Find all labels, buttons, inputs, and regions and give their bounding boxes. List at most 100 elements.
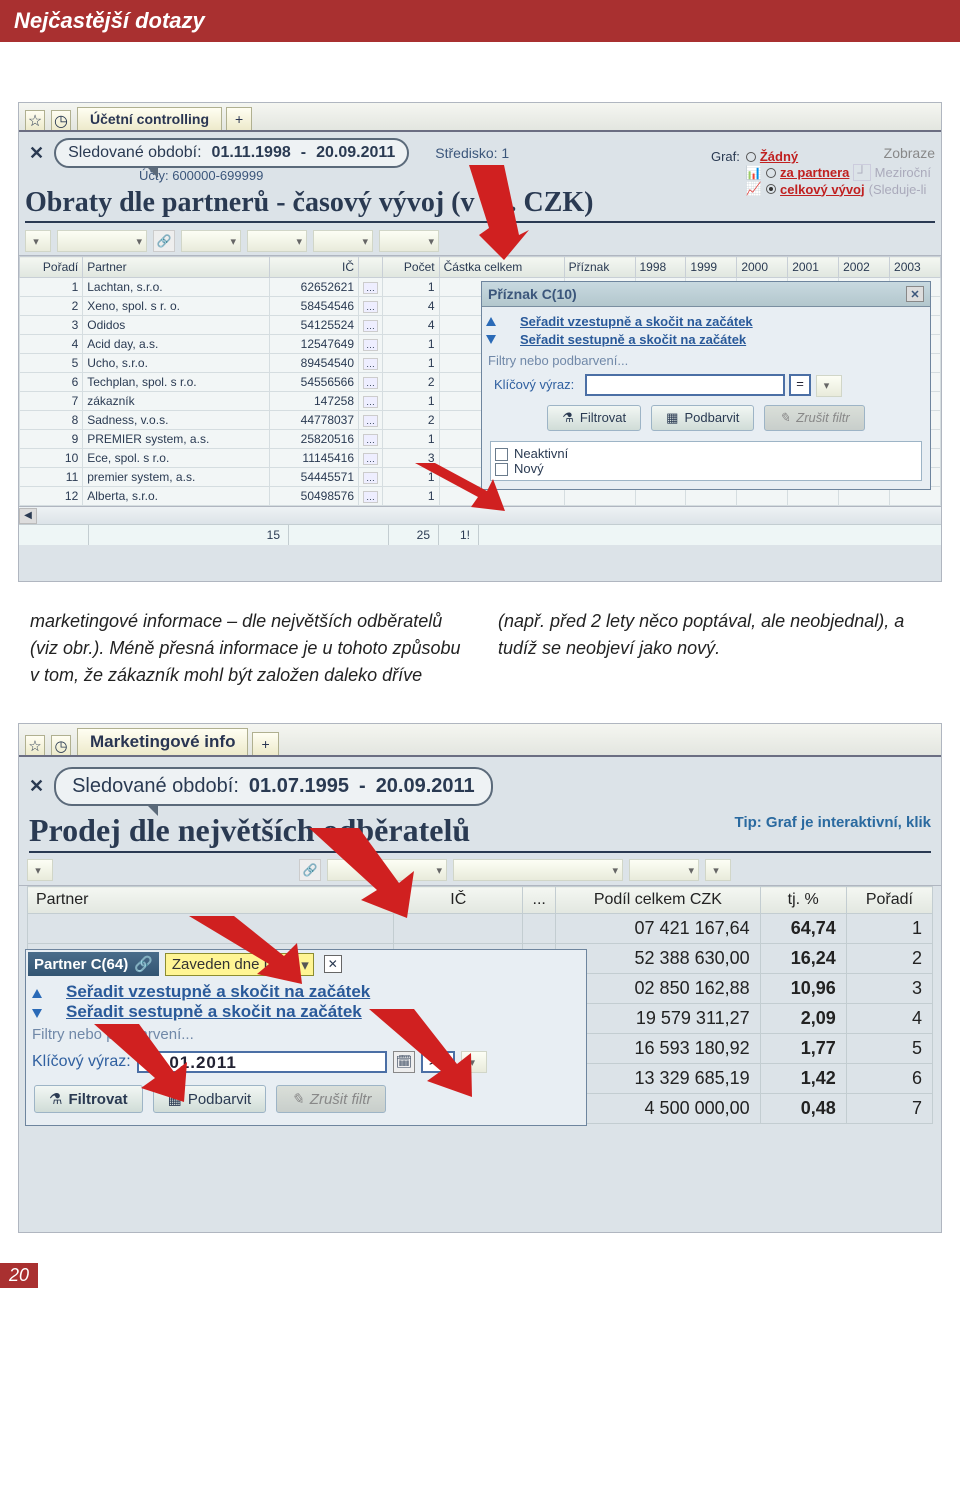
dots-button[interactable]: … xyxy=(363,320,378,332)
scroll-left-icon[interactable]: ◀ xyxy=(19,508,37,524)
drop-1[interactable] xyxy=(25,230,51,252)
tab-ucetni-controlling[interactable]: Účetní controlling xyxy=(77,107,222,130)
h-scrollbar[interactable]: ◀ xyxy=(19,506,941,524)
dots-button[interactable]: … xyxy=(363,491,378,503)
key-expr-input[interactable] xyxy=(585,374,785,396)
footer-summary: 15 25 1! xyxy=(19,524,941,545)
col-1998[interactable]: 1998 xyxy=(635,257,686,278)
col-2001[interactable]: 2001 xyxy=(788,257,839,278)
eq-drop[interactable] xyxy=(816,375,842,397)
chart-icon: 📊 xyxy=(746,165,762,181)
key-val: 01.01.2011 xyxy=(143,1053,237,1072)
drop-d[interactable] xyxy=(629,859,699,881)
col-dots[interactable]: ... xyxy=(523,887,556,914)
graf-label: Graf: xyxy=(711,149,740,164)
drop-c[interactable] xyxy=(453,859,623,881)
col-pocet[interactable]: Počet xyxy=(383,257,440,278)
tab-add[interactable]: + xyxy=(226,107,252,130)
popup-title-text: Příznak C(10) xyxy=(488,286,577,302)
close-button[interactable]: ✕ xyxy=(25,776,48,797)
drop-6[interactable] xyxy=(379,230,439,252)
drop-4[interactable] xyxy=(247,230,307,252)
date-to[interactable]: 20.09.2011 xyxy=(376,775,475,797)
radio-total[interactable] xyxy=(766,184,776,194)
period-label: Sledované období: xyxy=(68,144,201,162)
key-expr-input[interactable]: 01.01.2011 xyxy=(137,1051,387,1073)
col-dots[interactable] xyxy=(359,257,383,278)
link-icon[interactable]: 🔗 xyxy=(153,230,175,252)
stredisko-label: Středisko: 1 xyxy=(435,145,509,161)
clock-icon[interactable]: ◷ xyxy=(51,735,71,755)
col-partner[interactable]: Partner xyxy=(83,257,270,278)
chart-icon-2: 📈 xyxy=(746,181,762,197)
eq-box[interactable]: = xyxy=(789,374,811,396)
drop-b[interactable] xyxy=(327,859,447,881)
col-poradi[interactable]: Pořadí xyxy=(20,257,83,278)
col-2002[interactable]: 2002 xyxy=(839,257,890,278)
star-icon[interactable]: ☆ xyxy=(25,110,45,130)
sort-asc-link[interactable]: Seřadit vzestupně a skočit na začátek xyxy=(520,312,753,331)
col-pct[interactable]: tj. % xyxy=(760,887,846,914)
dots-button[interactable]: … xyxy=(363,358,378,370)
filter-btn-label: Filtrovat xyxy=(580,410,626,425)
col-poradi[interactable]: Pořadí xyxy=(846,887,932,914)
clock-icon[interactable]: ◷ xyxy=(51,110,71,130)
color-button[interactable]: ▦Podbarvit xyxy=(651,405,754,431)
filter-button[interactable]: ⚗Filtrovat xyxy=(34,1085,143,1113)
drop-a[interactable] xyxy=(27,859,53,881)
radio-none[interactable] xyxy=(746,152,756,162)
link-icon[interactable]: 🔗 xyxy=(299,859,321,881)
star-icon[interactable]: ☆ xyxy=(25,735,45,755)
color-button[interactable]: ▦Podbarvit xyxy=(153,1085,267,1113)
col-2003[interactable]: 2003 xyxy=(890,257,941,278)
tab-add[interactable]: + xyxy=(252,732,278,755)
sort-desc-link[interactable]: Seřadit sestupně a skočit na začátek xyxy=(520,330,746,349)
col-ic[interactable]: IČ xyxy=(394,887,523,914)
radio-total-label: celkový vývoj xyxy=(780,182,865,197)
dots-button[interactable]: … xyxy=(363,453,378,465)
drop-2[interactable] xyxy=(57,230,147,252)
dots-button[interactable]: … xyxy=(363,282,378,294)
cancel-filter-button[interactable]: ✎Zrušit filtr xyxy=(276,1085,386,1113)
chk-novy[interactable] xyxy=(495,463,508,476)
dots-button[interactable]: … xyxy=(363,301,378,313)
close-x-box[interactable]: ✕ xyxy=(324,955,342,973)
filter-button[interactable]: ⚗Filtrovat xyxy=(547,405,641,431)
arrow-down-icon xyxy=(32,1009,42,1018)
dots-button[interactable]: … xyxy=(363,396,378,408)
popup-close-icon[interactable]: ✕ xyxy=(906,286,924,302)
op-box[interactable]: >= xyxy=(421,1051,455,1073)
date-from[interactable]: 01.07.1995 xyxy=(249,775,349,797)
col-podil[interactable]: Podíl celkem CZK xyxy=(556,887,761,914)
tab-marketing[interactable]: Marketingové info xyxy=(77,728,248,755)
sort-desc-link[interactable]: Seřadit sestupně a skočit na začátek xyxy=(66,1000,362,1023)
op-drop[interactable] xyxy=(461,1051,487,1073)
cancel-filter-button[interactable]: ✎Zrušit filtr xyxy=(764,405,864,431)
col-priznak[interactable]: Příznak xyxy=(564,257,635,278)
table-row[interactable]: 07 421 167,6464,741 xyxy=(28,914,933,944)
checkbox-list: Neaktivní Nový xyxy=(490,441,922,481)
period-bubble: Sledované období: 01.11.1998 - 20.09.201… xyxy=(54,138,409,168)
dots-button[interactable]: … xyxy=(363,377,378,389)
zaveden-combo[interactable]: Zaveden dne D(8) xyxy=(165,953,314,976)
col-ic[interactable]: IČ xyxy=(270,257,359,278)
date-to[interactable]: 20.09.2011 xyxy=(316,144,395,161)
col-2000[interactable]: 2000 xyxy=(737,257,788,278)
dots-button[interactable]: … xyxy=(363,434,378,446)
radio-partner[interactable] xyxy=(766,168,776,178)
dots-button[interactable]: … xyxy=(363,339,378,351)
calendar-icon[interactable]: 🗓 xyxy=(393,1051,416,1073)
chk-neaktivni[interactable] xyxy=(495,448,508,461)
col-castka[interactable]: Částka celkem xyxy=(439,257,564,278)
col-1999[interactable]: 1999 xyxy=(686,257,737,278)
drop-e[interactable] xyxy=(705,859,731,881)
drop-3[interactable] xyxy=(181,230,241,252)
dots-button[interactable]: … xyxy=(363,415,378,427)
drop-5[interactable] xyxy=(313,230,373,252)
link-icon-white[interactable]: 🔗 xyxy=(134,955,153,973)
date-from[interactable]: 01.11.1998 xyxy=(212,144,291,161)
filter-bar: 🔗 xyxy=(19,227,941,256)
col-partner[interactable]: Partner xyxy=(28,887,394,914)
close-button[interactable]: ✕ xyxy=(25,143,48,164)
dots-button[interactable]: … xyxy=(363,472,378,484)
